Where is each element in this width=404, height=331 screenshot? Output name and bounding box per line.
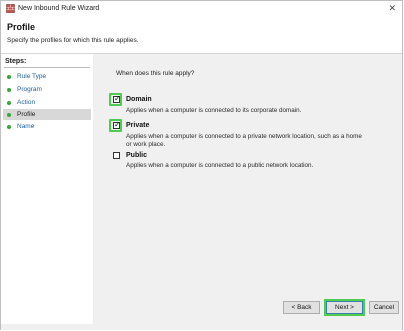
step-name[interactable]: Name xyxy=(3,121,91,132)
step-rule-type[interactable]: Rule Type xyxy=(3,71,91,82)
step-label: Program xyxy=(17,86,42,93)
step-dot-icon xyxy=(7,112,11,117)
step-label: Rule Type xyxy=(17,73,47,80)
private-checkbox[interactable]: ✓ xyxy=(113,120,121,129)
step-label: Action xyxy=(17,99,36,106)
window-title: New Inbound Rule Wizard xyxy=(18,5,100,12)
step-dot-icon xyxy=(7,87,11,92)
domain-checkbox[interactable]: ✓ xyxy=(113,94,121,103)
steps-panel: Steps: Rule Type Program Action Profile … xyxy=(1,54,93,324)
domain-label: Domain xyxy=(126,96,152,103)
page-subtitle: Specify the profiles for which this rule… xyxy=(7,37,139,44)
step-action[interactable]: Action xyxy=(3,97,91,108)
page-title: Profile xyxy=(7,22,36,32)
checkmark-icon: ✓ xyxy=(114,94,121,103)
public-checkbox[interactable] xyxy=(113,152,120,159)
private-label: Private xyxy=(126,122,150,129)
back-button[interactable]: < Back xyxy=(283,301,320,314)
step-profile[interactable]: Profile xyxy=(3,109,91,120)
page-header: Profile Specify the profiles for which t… xyxy=(1,17,402,54)
profile-panel: When does this rule apply? ✓ Domain Appl… xyxy=(95,54,402,324)
step-label: Profile xyxy=(17,111,36,118)
domain-description: Applies when a computer is connected to … xyxy=(126,107,302,114)
close-icon[interactable]: ✕ xyxy=(388,3,396,14)
wizard-window: New Inbound Rule Wizard ✕ Profile Specif… xyxy=(0,0,403,330)
private-description-line1: Applies when a computer is connected to … xyxy=(126,133,362,140)
step-dot-icon xyxy=(7,74,11,79)
rule-question: When does this rule apply? xyxy=(116,70,195,77)
cancel-button[interactable]: Cancel xyxy=(369,301,399,314)
step-dot-icon xyxy=(7,124,11,129)
step-dot-icon xyxy=(7,100,11,105)
step-label: Name xyxy=(17,123,35,130)
checkmark-icon: ✓ xyxy=(114,120,121,129)
step-program[interactable]: Program xyxy=(3,84,91,95)
next-button[interactable]: Next > xyxy=(326,301,363,314)
private-description-line2: or work place. xyxy=(126,141,166,148)
window-bottom-edge xyxy=(1,324,402,330)
public-description: Applies when a computer is connected to … xyxy=(126,162,314,169)
steps-title: Steps: xyxy=(5,58,27,65)
public-label: Public xyxy=(126,152,148,159)
steps-divider xyxy=(4,67,90,68)
firewall-icon xyxy=(6,4,15,13)
title-bar: New Inbound Rule Wizard ✕ xyxy=(1,1,402,17)
